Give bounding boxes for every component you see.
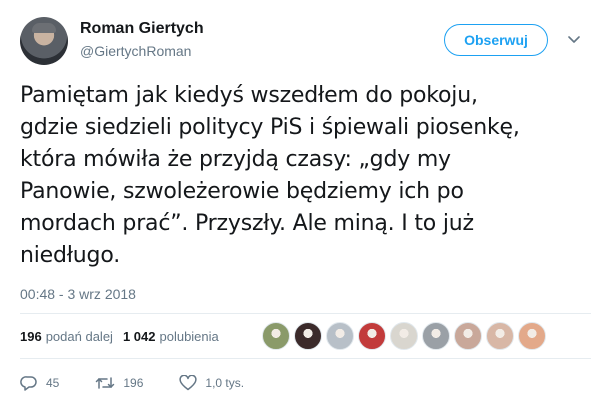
likes-stat[interactable]: 1 042 polubienia	[123, 329, 219, 344]
liker-avatar[interactable]	[518, 322, 546, 350]
tweet-actions: 45 196 1,0 tys.	[20, 372, 244, 394]
reply-icon	[20, 376, 37, 391]
liker-avatar[interactable]	[454, 322, 482, 350]
retweet-icon	[96, 377, 115, 389]
divider-bottom	[20, 358, 591, 359]
chevron-down-icon	[568, 36, 580, 43]
liker-avatar[interactable]	[422, 322, 450, 350]
author-screen-name[interactable]: @GiertychRoman	[80, 43, 191, 59]
reply-count: 45	[46, 376, 60, 390]
retweets-stat-label: podań dalej	[45, 328, 113, 344]
liker-avatar[interactable]	[294, 322, 322, 350]
like-button[interactable]: 1,0 tys.	[179, 375, 244, 391]
liker-avatar[interactable]	[262, 322, 290, 350]
liker-avatar[interactable]	[486, 322, 514, 350]
retweets-stat-count: 196	[20, 328, 42, 344]
author-display-name[interactable]: Roman Giertych	[80, 20, 204, 38]
retweets-stat[interactable]: 196 podań dalej	[20, 329, 113, 344]
tweet-timestamp[interactable]: 00:48 - 3 wrz 2018	[20, 286, 136, 302]
like-count: 1,0 tys.	[205, 376, 245, 390]
follow-button[interactable]: Obserwuj	[444, 24, 548, 56]
likes-stat-count: 1 042	[122, 328, 156, 344]
liker-avatar[interactable]	[326, 322, 354, 350]
retweet-button[interactable]: 196	[95, 375, 143, 391]
likers-avatars	[262, 322, 550, 350]
avatar-hair	[32, 23, 56, 33]
author-avatar[interactable]	[20, 17, 68, 65]
liker-avatar[interactable]	[358, 322, 386, 350]
reply-button[interactable]: 45	[20, 375, 59, 391]
liker-avatar[interactable]	[390, 322, 418, 350]
likes-stat-label: polubienia	[159, 328, 219, 344]
divider-top	[20, 313, 591, 314]
retweet-count: 196	[123, 376, 144, 390]
tweet-text: Pamiętam jak kiedyś wszedłem do pokoju, …	[20, 83, 520, 268]
heart-icon	[179, 375, 197, 391]
more-options-button[interactable]	[566, 32, 582, 48]
tweet-stats: 196 podań dalej 1 042 polubienia	[20, 326, 219, 346]
